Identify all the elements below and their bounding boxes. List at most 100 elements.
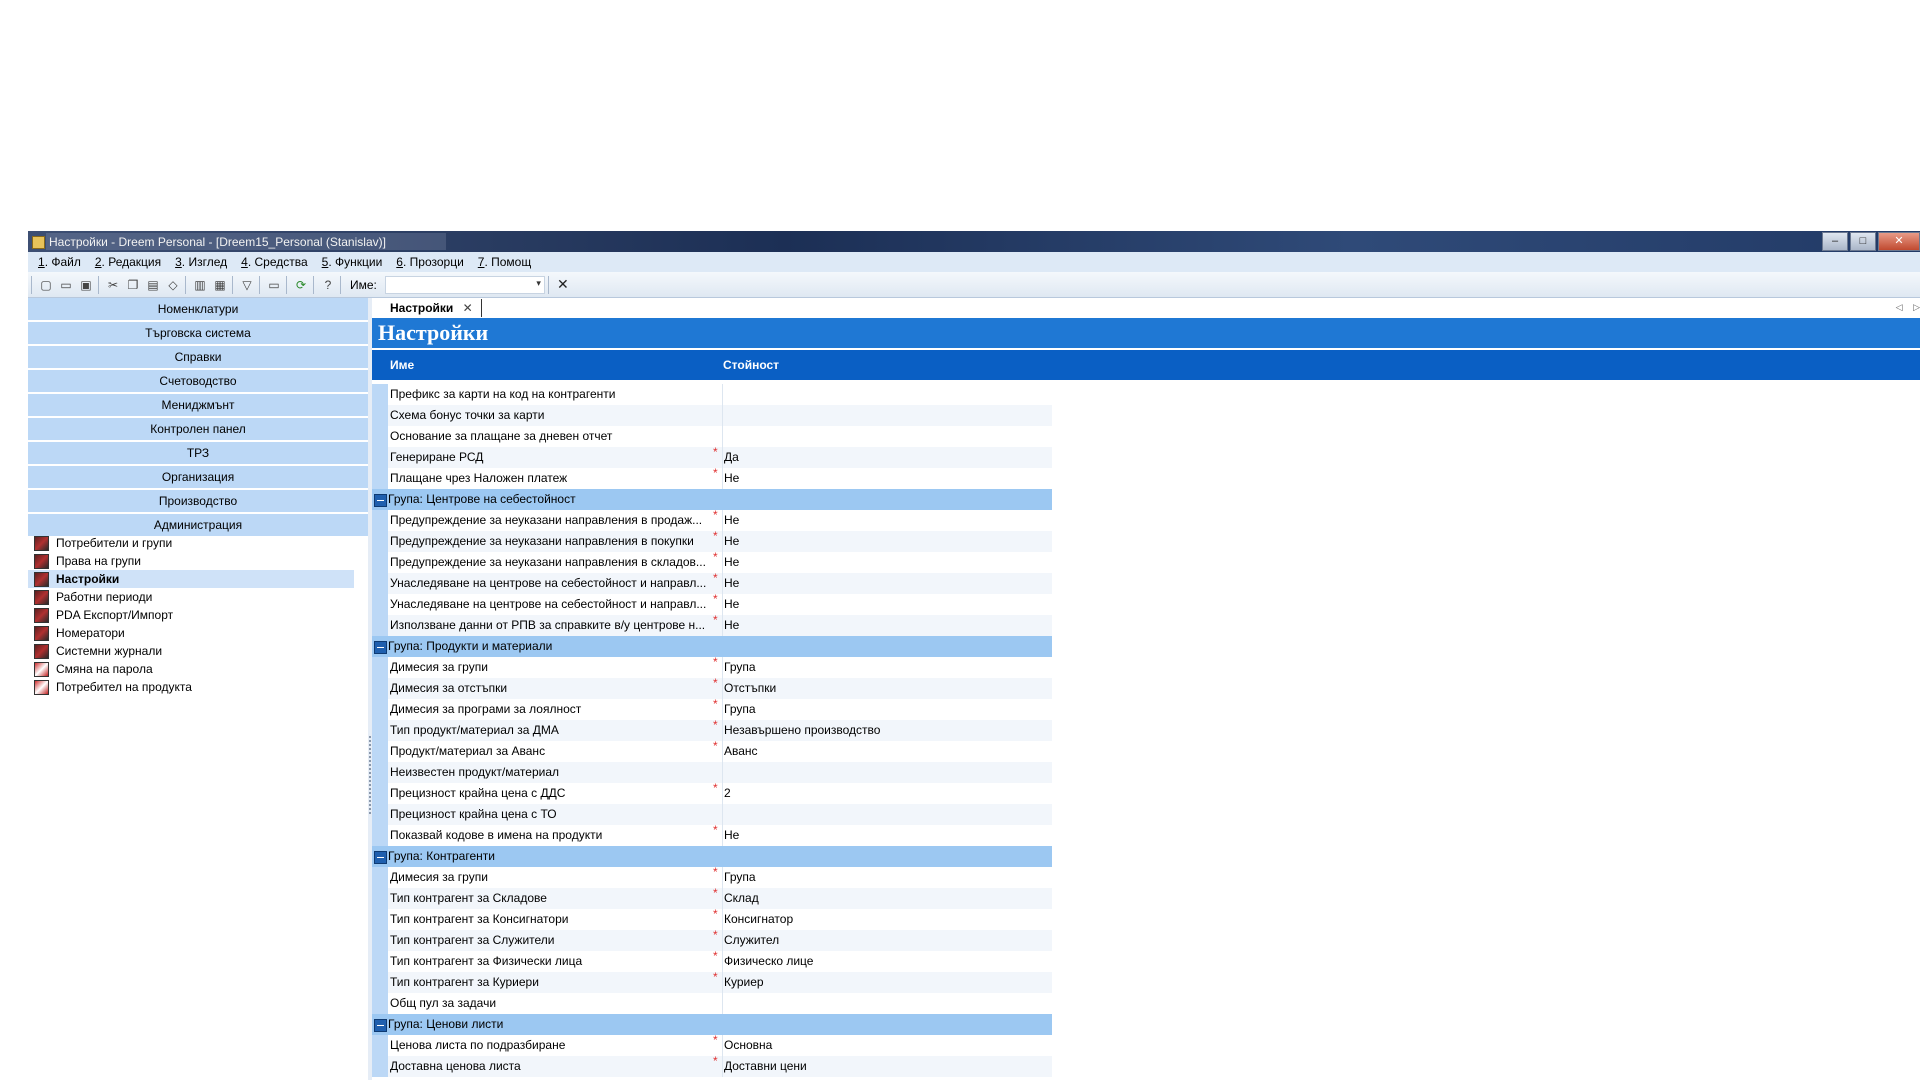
eraser-icon[interactable]: ◇ — [164, 276, 182, 294]
table-row[interactable]: Димесия за отстъпки * Отстъпки — [372, 676, 1052, 699]
nav-module-button[interactable]: Производство — [28, 490, 368, 514]
table-row[interactable]: Основание за плащане за дневен отчет — [372, 426, 1052, 447]
setting-value[interactable]: Служител — [722, 930, 1052, 951]
table-row[interactable]: Тип контрагент за Консигнатори * Консигнат… — [372, 907, 1052, 930]
collapse-icon[interactable] — [374, 641, 387, 654]
open-folder-icon[interactable]: ▭ — [57, 276, 75, 294]
nav-module-button[interactable]: Справки — [28, 346, 368, 370]
table-row[interactable]: Неизвестен продукт/материал — [372, 762, 1052, 783]
clear-icon[interactable]: ✕ — [554, 276, 572, 294]
table-row[interactable]: Продукт/материал за Аванс * Аванс — [372, 739, 1052, 762]
table-row[interactable]: Тип контрагент за Служители * Служител — [372, 928, 1052, 951]
nav-module-button[interactable]: Номенклатури — [28, 298, 368, 322]
setting-value[interactable] — [722, 762, 1052, 783]
table-row[interactable]: Предупреждение за неуказани направления … — [372, 550, 1052, 573]
copy-icon[interactable]: ❐ — [124, 276, 142, 294]
table-row[interactable]: Използване данни от РПВ за справките в/у… — [372, 613, 1052, 636]
tree-item[interactable]: Смяна на парола — [28, 660, 368, 678]
setting-value[interactable]: Да — [722, 447, 1052, 468]
close-tab-icon[interactable]: ✕ — [463, 301, 473, 315]
nav-module-button[interactable]: Мениджмънт — [28, 394, 368, 418]
help-icon[interactable]: ? — [319, 276, 337, 294]
setting-value[interactable]: Не — [722, 573, 1052, 594]
table-row[interactable]: Тип контрагент за Куриери * Куриер — [372, 970, 1052, 993]
print-preview-icon[interactable]: ▦ — [211, 276, 229, 294]
setting-value[interactable]: Група — [722, 699, 1052, 720]
setting-value[interactable] — [722, 993, 1052, 1014]
nav-module-button[interactable]: ТРЗ — [28, 442, 368, 466]
setting-value[interactable]: Склад — [722, 888, 1052, 909]
print-icon[interactable]: ▥ — [191, 276, 209, 294]
menu-item-4[interactable]: 4. Средства — [237, 255, 312, 269]
tree-item[interactable]: Права на групи — [28, 552, 368, 570]
cut-icon[interactable]: ✂ — [104, 276, 122, 294]
setting-value[interactable]: Не — [722, 468, 1052, 489]
setting-value[interactable]: Аванс — [722, 741, 1052, 762]
tree-item[interactable]: Работни периоди — [28, 588, 368, 606]
collapse-icon[interactable] — [374, 494, 387, 507]
group-row[interactable]: Група: Контрагенти — [372, 846, 1052, 867]
setting-value[interactable]: Не — [722, 594, 1052, 615]
setting-value[interactable]: 2 — [722, 783, 1052, 804]
collapse-icon[interactable] — [374, 851, 387, 864]
tree-item[interactable]: Системни журнали — [28, 642, 368, 660]
menu-item-1[interactable]: 1. Файл — [34, 255, 85, 269]
group-row[interactable]: Група: Ценови листи — [372, 1014, 1052, 1035]
nav-module-button[interactable]: Контролен панел — [28, 418, 368, 442]
table-row[interactable]: Прецизност крайна цена с ТО — [372, 804, 1052, 825]
setting-value[interactable]: Група — [722, 867, 1052, 888]
column-header-name[interactable]: Име — [390, 358, 414, 372]
title-bar[interactable]: Настройки - Dreem Personal - [Dreem15_Pe… — [28, 231, 1920, 252]
column-header-value[interactable]: Стойност — [723, 358, 779, 372]
filter-icon[interactable]: ▽ — [238, 276, 256, 294]
setting-value[interactable]: Незавършено производство — [722, 720, 1052, 741]
setting-value[interactable]: Не — [722, 531, 1052, 552]
splitter-grip[interactable] — [369, 736, 371, 816]
table-row[interactable]: Ценова листа по подразбиране * Основна — [372, 1033, 1052, 1056]
table-row[interactable]: Димесия за групи * Група — [372, 865, 1052, 888]
table-row[interactable]: Префикс за карти на код на контрагенти — [372, 384, 1052, 405]
setting-value[interactable] — [722, 804, 1052, 825]
table-row[interactable]: Тип контрагент за Складове * Склад — [372, 886, 1052, 909]
scroll-right-icon[interactable]: ▷ — [1913, 302, 1920, 312]
tree-item[interactable]: Настройки — [28, 570, 354, 588]
menu-item-7[interactable]: 7. Помощ — [474, 255, 535, 269]
minimize-button[interactable]: – — [1822, 232, 1848, 251]
tree-item[interactable]: Номератори — [28, 624, 368, 642]
table-row[interactable]: Тип продукт/материал за ДМА * Незавършено … — [372, 718, 1052, 741]
setting-value[interactable]: Група — [722, 657, 1052, 678]
collapse-icon[interactable] — [374, 1019, 387, 1032]
tree-item[interactable]: Потребители и групи — [28, 534, 368, 552]
menu-item-3[interactable]: 3. Изглед — [171, 255, 231, 269]
setting-value[interactable]: Не — [722, 510, 1052, 531]
table-row[interactable]: Димесия за групи * Група — [372, 655, 1052, 678]
nav-module-button[interactable]: Организация — [28, 466, 368, 490]
menu-item-6[interactable]: 6. Прозорци — [392, 255, 467, 269]
table-row[interactable]: Доставна ценова листа * Доставни цени — [372, 1054, 1052, 1077]
setting-value[interactable]: Не — [722, 825, 1052, 846]
tab-settings[interactable]: Настройки ✕ — [382, 299, 482, 317]
refresh-icon[interactable]: ⟳ — [292, 276, 310, 294]
setting-value[interactable]: Не — [722, 552, 1052, 573]
chevron-down-icon[interactable]: ▾ — [536, 278, 541, 289]
menu-item-2[interactable]: 2. Редакция — [91, 255, 165, 269]
setting-value[interactable]: Физическо лице — [722, 951, 1052, 972]
setting-value[interactable]: Консигнатор — [722, 909, 1052, 930]
setting-value[interactable]: Отстъпки — [722, 678, 1052, 699]
close-button[interactable]: ✕ — [1878, 232, 1920, 251]
scroll-left-icon[interactable]: ◁ — [1896, 302, 1903, 312]
setting-value[interactable] — [722, 384, 1052, 405]
nav-module-button[interactable]: Търговска система — [28, 322, 368, 346]
nav-module-button[interactable]: Счетоводство — [28, 370, 368, 394]
name-combo[interactable]: ▾ — [384, 275, 545, 294]
paste-icon[interactable]: ▤ — [144, 276, 162, 294]
table-row[interactable]: Прецизност крайна цена с ДДС * 2 — [372, 781, 1052, 804]
new-document-icon[interactable]: ▢ — [37, 276, 55, 294]
table-row[interactable]: Унаследяване на центрове на себестойност… — [372, 571, 1052, 594]
setting-value[interactable]: Доставни цени — [722, 1056, 1052, 1077]
setting-value[interactable]: Куриер — [722, 972, 1052, 993]
table-row[interactable]: Предупреждение за неуказани направления … — [372, 529, 1052, 552]
maximize-button[interactable]: □ — [1850, 232, 1876, 251]
setting-value[interactable]: Основна — [722, 1035, 1052, 1056]
tree-item[interactable]: Потребител на продукта — [28, 678, 368, 696]
